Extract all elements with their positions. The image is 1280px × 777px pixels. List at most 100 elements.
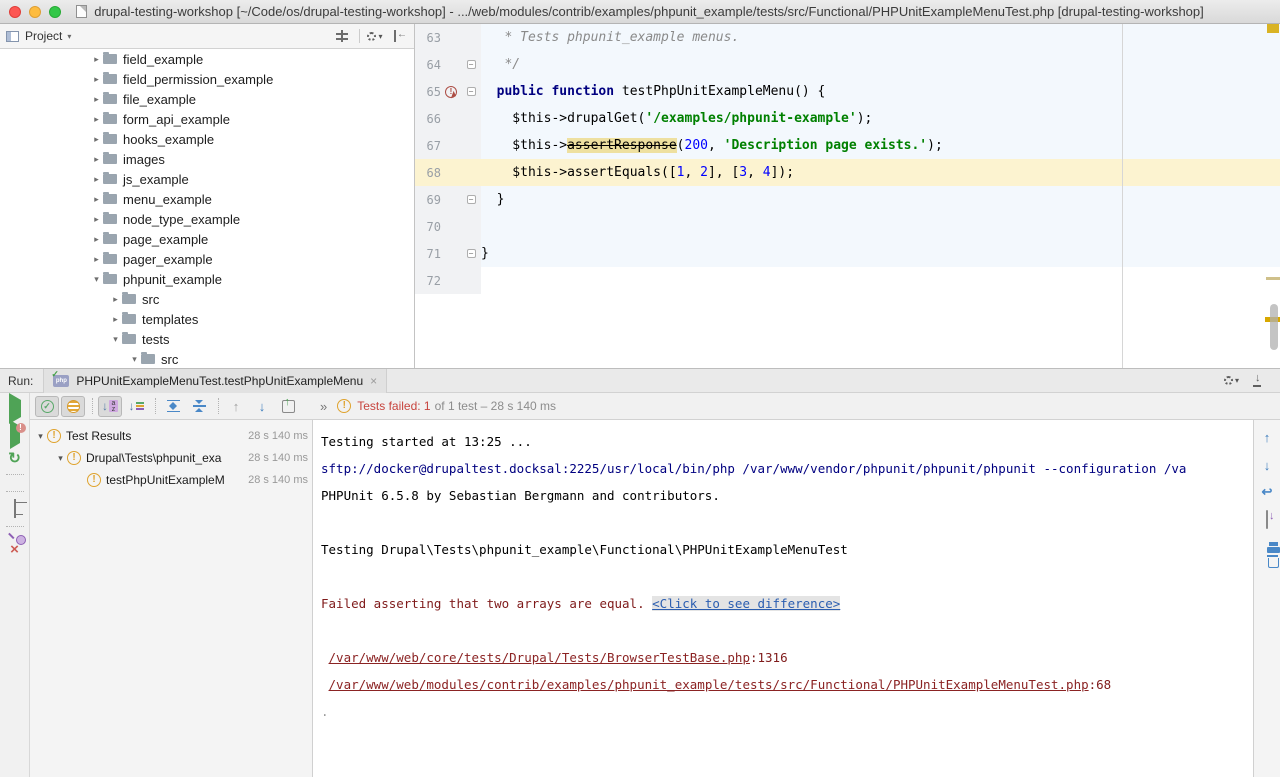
code-line[interactable] — [481, 213, 1280, 240]
fold-collapse-icon[interactable]: − — [467, 249, 476, 258]
chevron-expanded-icon[interactable]: ▾ — [128, 354, 141, 365]
code-line[interactable]: $this->drupalGet('/examples/phpunit-exam… — [481, 105, 1280, 132]
console-link[interactable]: <Click to see difference> — [652, 596, 840, 611]
chevron-expanded-icon[interactable]: ▾ — [54, 453, 67, 464]
minimize-window-button[interactable] — [29, 6, 41, 18]
project-tree-item[interactable]: ▸hooks_example — [0, 129, 414, 149]
collapse-all-button[interactable] — [187, 396, 211, 417]
test-tree-item[interactable]: !testPhpUnitExampleM28 s 140 ms — [30, 469, 312, 491]
show-passed-button[interactable]: ✓ — [35, 396, 59, 417]
project-tree-item[interactable]: ▸menu_example — [0, 189, 414, 209]
export-test-results-button[interactable] — [276, 396, 300, 417]
chevron-expanded-icon[interactable]: ▾ — [34, 431, 47, 442]
close-run-panel-button[interactable]: × — [10, 543, 19, 556]
chevron-collapsed-icon[interactable]: ▸ — [90, 74, 103, 85]
project-tree-item[interactable]: ▾phpunit_example — [0, 269, 414, 289]
down-stack-trace-button[interactable]: ↓ — [1264, 458, 1271, 473]
error-stripe-mark[interactable] — [1266, 277, 1280, 280]
project-tree-item[interactable]: ▸field_permission_example — [0, 69, 414, 89]
test-tree-item[interactable]: ▾!Test Results28 s 140 ms — [30, 425, 312, 447]
chevron-collapsed-icon[interactable]: ▸ — [109, 314, 122, 325]
sort-by-duration-button[interactable]: ↓ — [124, 396, 148, 417]
next-failed-test-button[interactable]: ↓ — [250, 396, 274, 417]
project-tree-item[interactable]: ▸page_example — [0, 229, 414, 249]
code-line[interactable]: */ — [481, 51, 1280, 78]
chevron-expanded-icon[interactable]: ▾ — [90, 274, 103, 285]
rerun-failed-test-icon[interactable]: ! — [445, 86, 457, 98]
chevron-collapsed-icon[interactable]: ▸ — [109, 294, 122, 305]
code-line[interactable] — [481, 267, 1280, 294]
fold-collapse-icon[interactable]: − — [467, 195, 476, 204]
close-tab-icon[interactable]: × — [370, 374, 377, 388]
project-tree-item[interactable]: ▸templates — [0, 309, 414, 329]
project-tree-item[interactable]: ▸js_example — [0, 169, 414, 189]
chevron-collapsed-icon[interactable]: ▸ — [90, 234, 103, 245]
editor-scrollbar[interactable] — [1270, 304, 1278, 350]
show-ignored-button[interactable] — [61, 396, 85, 417]
project-tree-item[interactable]: ▸file_example — [0, 89, 414, 109]
sort-alphabetically-button[interactable]: ↓az — [98, 396, 122, 417]
code-line[interactable]: $this->assertEquals([1, 2], [3, 4]); — [481, 159, 1280, 186]
error-stripe-warning-mark[interactable] — [1267, 24, 1279, 33]
chevron-collapsed-icon[interactable]: ▸ — [90, 214, 103, 225]
rerun-failed-tests-button[interactable]: ! — [10, 426, 20, 444]
locate-file-button[interactable] — [333, 28, 351, 44]
project-tree-item[interactable]: ▸node_type_example — [0, 209, 414, 229]
editor-line[interactable]: 68 $this->assertEquals([1, 2], [3, 4]); — [415, 159, 1280, 186]
restore-layout-button[interactable] — [14, 500, 16, 518]
fold-collapse-icon[interactable]: − — [467, 87, 476, 96]
code-line[interactable]: $this->assertResponse(200, 'Description … — [481, 132, 1280, 159]
previous-failed-test-button[interactable]: ↑ — [224, 396, 248, 417]
chevron-collapsed-icon[interactable]: ▸ — [90, 114, 103, 125]
code-line[interactable]: * Tests phpunit_example menus. — [481, 24, 1280, 51]
project-panel-title[interactable]: Project — [25, 29, 62, 43]
run-tab[interactable]: php✓ PHPUnitExampleMenuTest.testPhpUnitE… — [43, 369, 387, 393]
chevron-down-icon[interactable]: ▾ — [67, 32, 71, 41]
chevron-collapsed-icon[interactable]: ▸ — [90, 134, 103, 145]
editor-line[interactable]: 71−} — [415, 240, 1280, 267]
editor-line[interactable]: 66 $this->drupalGet('/examples/phpunit-e… — [415, 105, 1280, 132]
chevron-collapsed-icon[interactable]: ▸ — [90, 254, 103, 265]
project-tree-item[interactable]: ▸images — [0, 149, 414, 169]
expand-all-button[interactable] — [161, 396, 185, 417]
chevron-collapsed-icon[interactable]: ▸ — [90, 94, 103, 105]
editor-line[interactable]: 64− */ — [415, 51, 1280, 78]
editor-line[interactable]: 63 * Tests phpunit_example menus. — [415, 24, 1280, 51]
up-stack-trace-button[interactable]: ↑ — [1264, 430, 1271, 445]
rerun-button[interactable] — [9, 400, 21, 418]
chevron-collapsed-icon[interactable]: ▸ — [90, 174, 103, 185]
project-tree-item[interactable]: ▸pager_example — [0, 249, 414, 269]
test-tree-item[interactable]: ▾!Drupal\Tests\phpunit_exa28 s 140 ms — [30, 447, 312, 469]
editor-line[interactable]: 65!− public function testPhpUnitExampleM… — [415, 78, 1280, 105]
project-tree-item[interactable]: ▸form_api_example — [0, 109, 414, 129]
chevron-collapsed-icon[interactable]: ▸ — [90, 154, 103, 165]
close-window-button[interactable] — [9, 6, 21, 18]
project-tree-item[interactable]: ▾tests — [0, 329, 414, 349]
editor-line[interactable]: 72 — [415, 267, 1280, 294]
run-panel-settings-button[interactable]: ▾ — [1224, 376, 1239, 385]
editor-line[interactable]: 70 — [415, 213, 1280, 240]
more-actions-chevrons[interactable]: » — [320, 399, 327, 414]
soft-wrap-button[interactable]: ↩ — [1262, 486, 1273, 498]
hide-run-panel-button[interactable] — [1253, 374, 1266, 387]
toggle-auto-test-button[interactable]: ↻ — [8, 452, 21, 466]
project-tree-item[interactable]: ▸src — [0, 289, 414, 309]
editor-line[interactable]: 67 $this->assertResponse(200, 'Descripti… — [415, 132, 1280, 159]
chevron-collapsed-icon[interactable]: ▸ — [90, 194, 103, 205]
zoom-window-button[interactable] — [49, 6, 61, 18]
code-line[interactable]: } — [481, 186, 1280, 213]
code-line[interactable]: public function testPhpUnitExampleMenu()… — [481, 78, 1280, 105]
project-settings-button[interactable]: ▾ — [366, 28, 384, 44]
console-link[interactable]: /var/www/web/core/tests/Drupal/Tests/Bro… — [329, 650, 750, 665]
chevron-expanded-icon[interactable]: ▾ — [109, 334, 122, 345]
test-console[interactable]: Testing started at 13:25 ...sftp://docke… — [313, 420, 1253, 777]
chevron-collapsed-icon[interactable]: ▸ — [90, 54, 103, 65]
hide-project-panel-button[interactable] — [390, 28, 408, 44]
fold-collapse-icon[interactable]: − — [467, 60, 476, 69]
project-tree-item[interactable]: ▸field_example — [0, 49, 414, 69]
editor-line[interactable]: 69− } — [415, 186, 1280, 213]
project-tree-item[interactable]: ▾src — [0, 349, 414, 368]
code-line[interactable]: } — [481, 240, 1280, 267]
scroll-to-end-button[interactable] — [1266, 511, 1268, 529]
console-link[interactable]: /var/www/web/modules/contrib/examples/ph… — [329, 677, 1089, 692]
